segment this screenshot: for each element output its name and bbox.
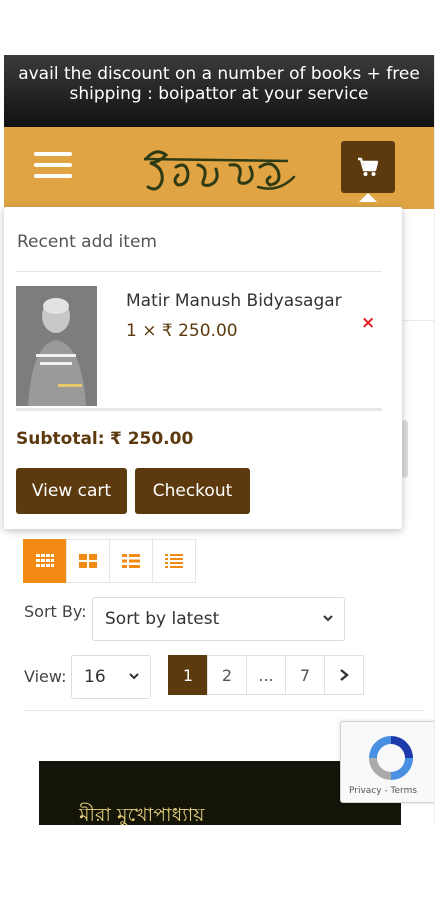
toolbar-divider [24, 710, 424, 711]
cart-subtotal: Subtotal: ₹ 250.00 [16, 429, 193, 449]
remove-item-icon[interactable]: × [361, 313, 375, 333]
book-thumbnail-image [16, 286, 97, 406]
list-compact-icon [165, 554, 183, 568]
sort-select[interactable]: Sort by latest [92, 597, 345, 641]
list-icon [122, 554, 140, 568]
list-compact-view-button[interactable] [152, 539, 196, 583]
page-7-button[interactable]: 7 [285, 655, 325, 695]
grid-large-view-button[interactable] [66, 539, 110, 583]
sort-select-value: Sort by latest [105, 609, 220, 629]
page-2-button[interactable]: 2 [207, 655, 247, 695]
grid-small-icon [36, 554, 54, 567]
cart-icon [358, 157, 379, 176]
cart-button[interactable] [341, 141, 395, 202]
subtotal-value: ₹ 250.00 [109, 429, 194, 449]
chevron-down-icon [323, 615, 333, 622]
divider [16, 271, 382, 272]
chevron-down-icon [129, 673, 139, 680]
site-logo[interactable] [138, 141, 298, 201]
grid-small-view-button[interactable] [23, 539, 67, 583]
cart-item-thumbnail[interactable] [16, 286, 97, 406]
list-view-button[interactable] [109, 539, 153, 583]
view-count-label: View: [24, 667, 67, 686]
cart-dropdown: Recent add item Matir Manush Bidyasagar … [4, 207, 402, 529]
pagination: 1 2 ... 7 [168, 655, 364, 695]
view-cart-button[interactable]: View cart [16, 468, 127, 514]
cart-item-qty-price: 1 × ₹ 250.00 [126, 321, 238, 341]
view-count-value: 16 [84, 667, 106, 687]
logo-script [143, 150, 296, 191]
promo-line-2: shipping : boipattor at your service [69, 84, 369, 104]
site-header [4, 127, 434, 209]
recaptcha-badge[interactable]: Privacy - Terms [340, 721, 434, 803]
next-page-button[interactable] [324, 655, 364, 695]
sort-label: Sort By: [24, 602, 87, 621]
view-mode-group [23, 539, 196, 583]
recaptcha-links[interactable]: Privacy - Terms [349, 786, 417, 796]
page-ellipsis: ... [246, 655, 286, 695]
promo-line-1: avail the discount on a number of books … [18, 64, 420, 84]
divider [16, 408, 382, 411]
product-cover-title: মীরা মুখোপাধ্যায় [79, 804, 205, 825]
cart-dropdown-title: Recent add item [17, 232, 157, 252]
checkout-button[interactable]: Checkout [135, 468, 250, 514]
grid-large-icon [79, 554, 97, 568]
chevron-right-icon [340, 669, 349, 681]
background-element [402, 420, 408, 478]
page-1-button[interactable]: 1 [168, 655, 208, 695]
view-count-select[interactable]: 16 [71, 655, 151, 699]
hamburger-icon[interactable] [34, 152, 72, 180]
cart-item-name[interactable]: Matir Manush Bidyasagar [126, 291, 342, 311]
promo-banner: avail the discount on a number of books … [4, 55, 434, 127]
subtotal-label: Subtotal: [16, 429, 105, 449]
recaptcha-icon [369, 736, 413, 780]
